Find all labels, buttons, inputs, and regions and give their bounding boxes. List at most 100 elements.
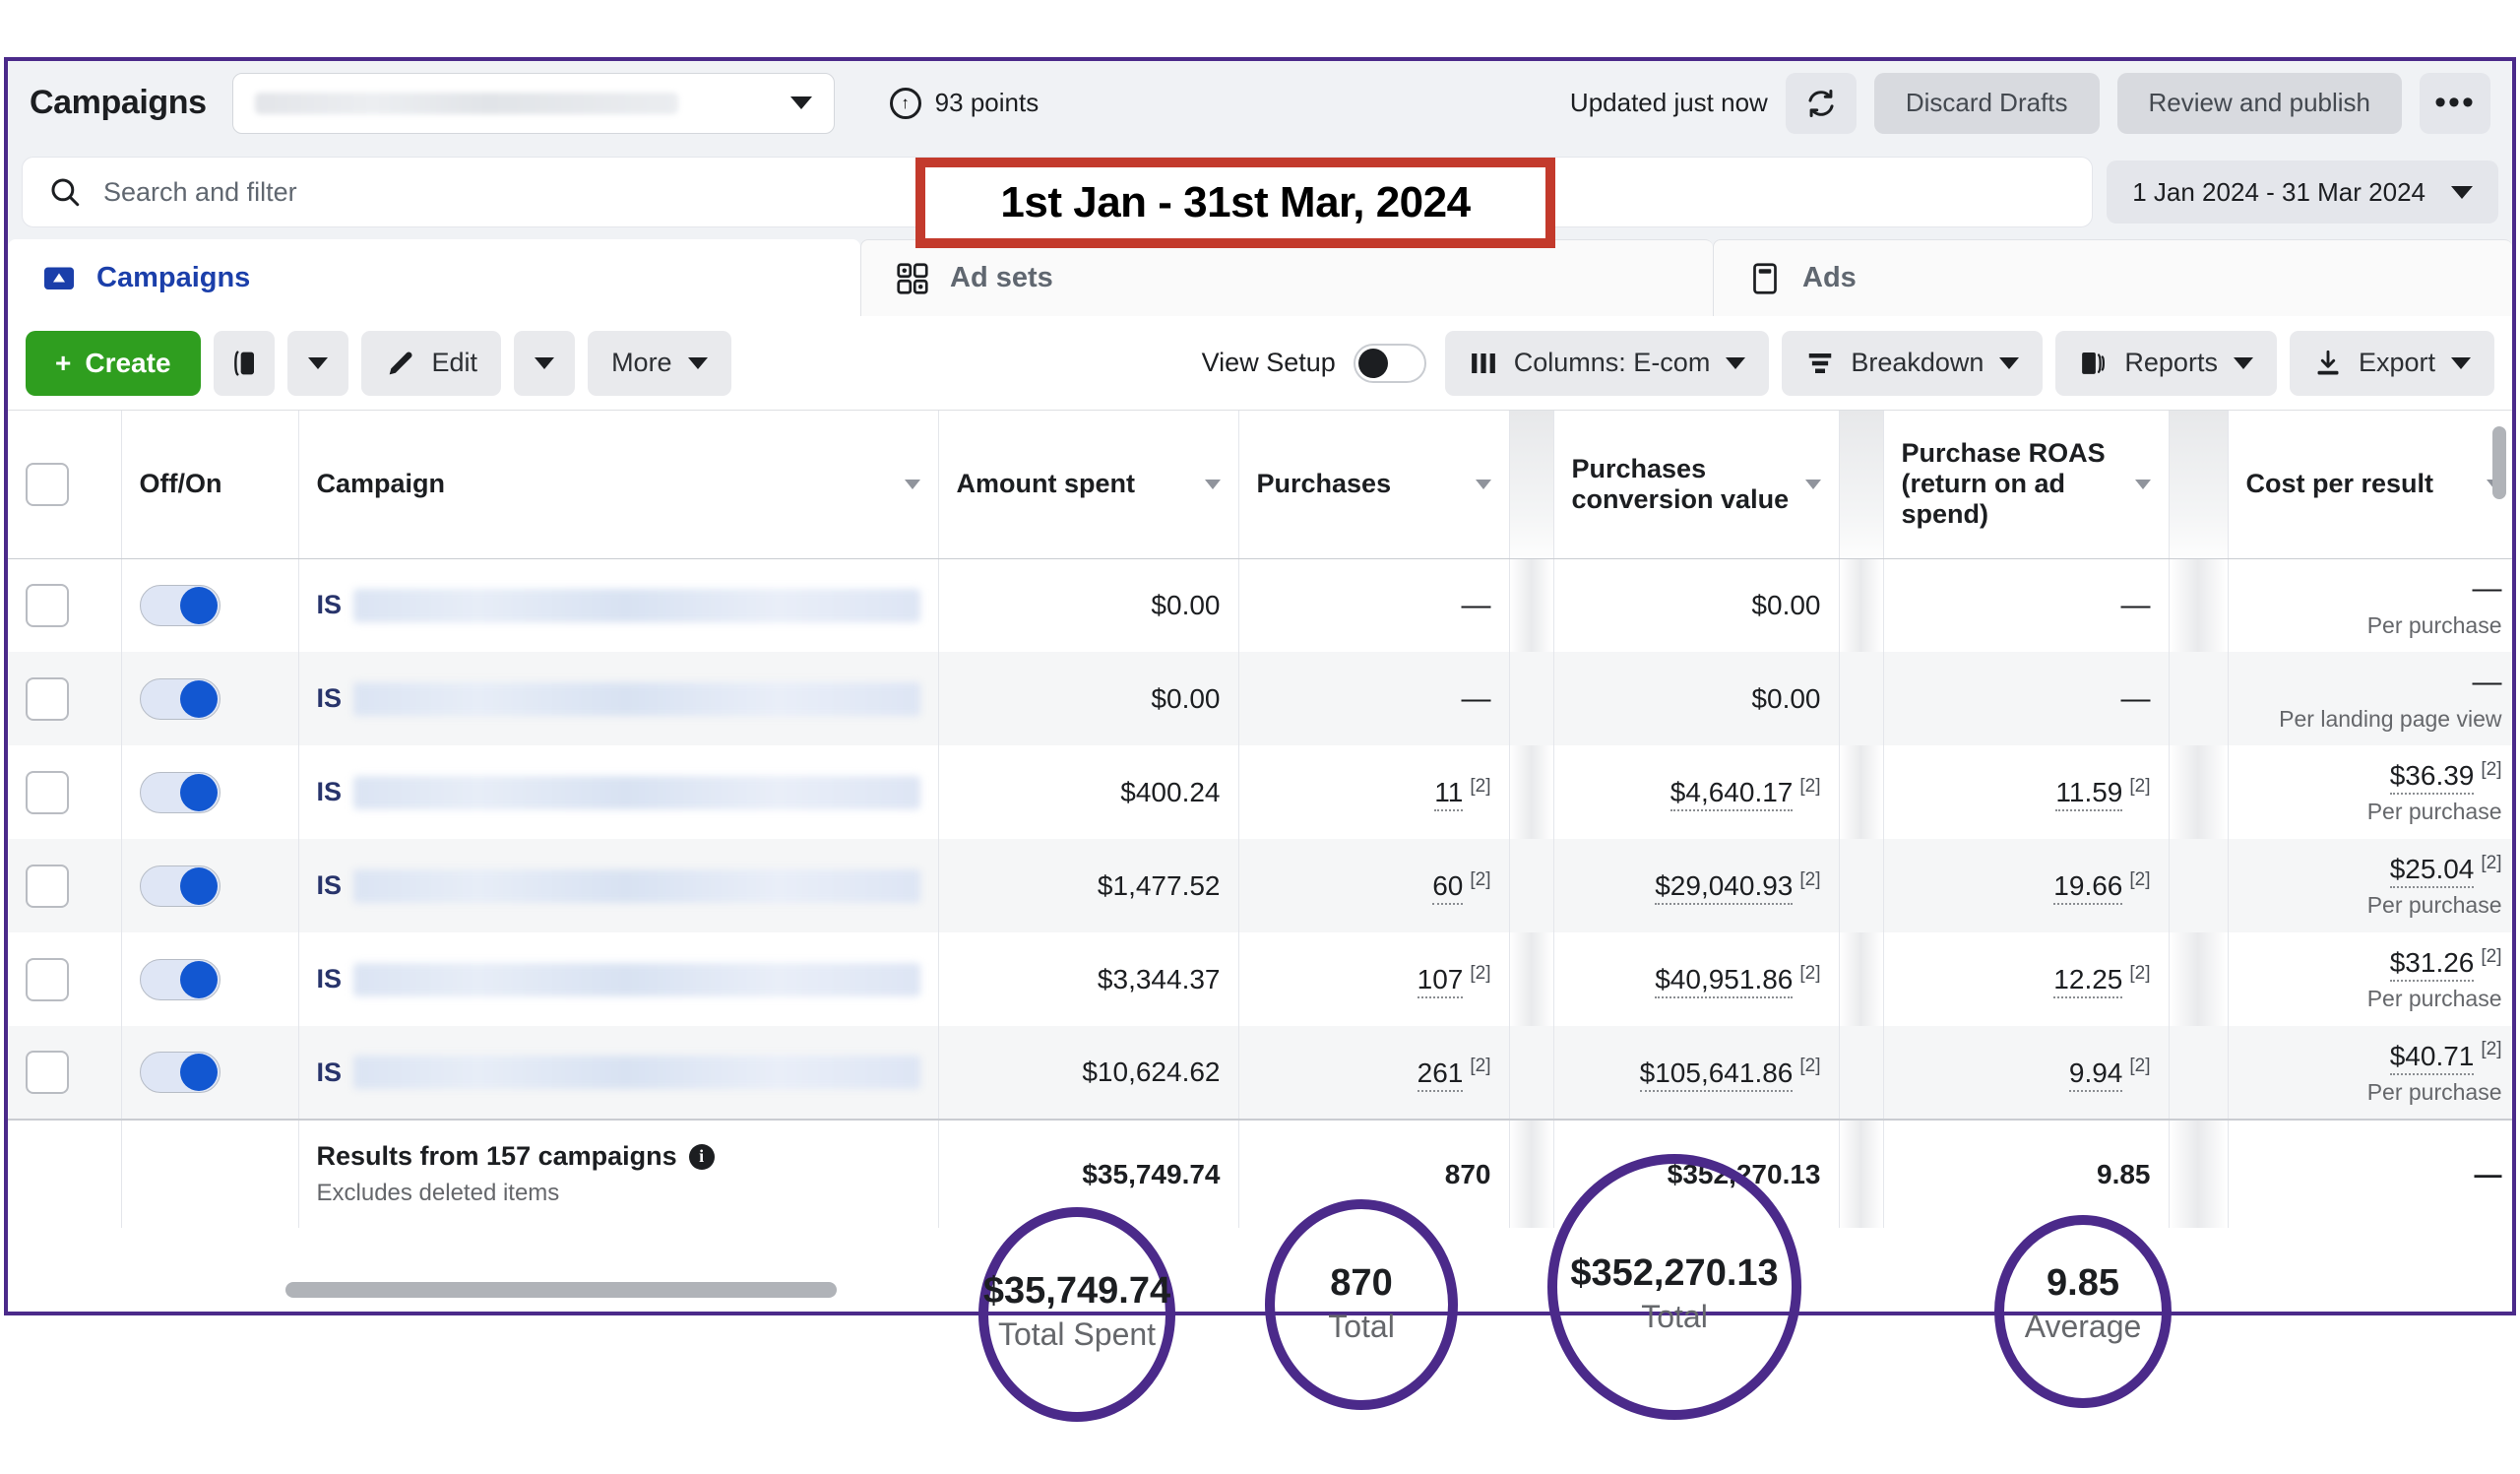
campaign-name-redacted [353, 962, 920, 996]
reports-icon [2082, 352, 2106, 374]
edit-dropdown-button[interactable] [514, 330, 576, 396]
chevron-down-icon [535, 356, 555, 369]
column-campaign[interactable]: Campaign [298, 411, 939, 559]
reports-button[interactable]: Reports [2055, 330, 2277, 396]
refresh-button[interactable] [1785, 72, 1857, 134]
horizontal-scrollbar-thumb[interactable] [285, 1282, 837, 1298]
row-off-on-cell [121, 558, 299, 652]
row-campaign-cell[interactable]: IS [298, 558, 939, 652]
column-purchases-conversion-value[interactable]: Purchases conversion value [1553, 411, 1840, 559]
row-cost-per-result-cell: $31.26 [2] Per purchase [2228, 932, 2512, 1026]
create-button[interactable]: + Create [26, 330, 201, 396]
select-all-header [8, 411, 122, 559]
summary-cost-per-result: — [2228, 1119, 2512, 1228]
points-indicator: ↑ 93 points [889, 87, 1039, 119]
duplicate-button[interactable] [213, 330, 275, 396]
purchases-footnote: [2] [1470, 962, 1491, 984]
discard-drafts-button[interactable]: Discard Drafts [1873, 72, 2100, 134]
table-row[interactable]: IS $0.00 — $0.00 — — Per purchase [8, 558, 2512, 652]
row-select-cell [8, 839, 122, 932]
row-checkbox[interactable] [26, 583, 69, 627]
account-select[interactable] [231, 72, 835, 134]
summary-row: Results from 157 campaigns i Excludes de… [8, 1119, 2512, 1228]
row-cost-per-result-cell: $40.71 [2] Per purchase [2228, 1026, 2512, 1120]
campaign-prefix-tag: IS [316, 964, 343, 993]
campaign-status-toggle[interactable] [139, 771, 220, 813]
info-icon[interactable]: i [688, 1143, 715, 1170]
row-roas-cell: 12.25 [2] [1883, 932, 2170, 1026]
row-checkbox[interactable] [26, 1051, 69, 1094]
table-row[interactable]: IS $10,624.62 261 [2] $105,641.86 [2] 9.94 [2] $… [8, 1026, 2512, 1120]
row-conversion-value-cell: $105,641.86 [2] [1553, 1026, 1840, 1120]
row-checkbox[interactable] [26, 957, 69, 1001]
row-select-cell [8, 1026, 122, 1120]
row-campaign-cell[interactable]: IS [298, 652, 939, 745]
row-campaign-cell[interactable]: IS [298, 839, 939, 932]
row-checkbox[interactable] [26, 770, 69, 814]
vertical-scrollbar-thumb[interactable] [2492, 426, 2506, 499]
conversion-value-value: $0.00 [1751, 589, 1821, 620]
toggle-knob [179, 960, 218, 998]
campaign-status-toggle[interactable] [139, 1052, 220, 1093]
row-cost-per-result-cell: — Per purchase [2228, 558, 2512, 652]
row-checkbox[interactable] [26, 676, 69, 721]
row-campaign-cell[interactable]: IS [298, 1026, 939, 1120]
campaign-status-toggle[interactable] [139, 677, 220, 720]
table-row[interactable]: IS $0.00 — $0.00 — — Per landing page view [8, 652, 2512, 745]
select-all-checkbox[interactable] [26, 462, 69, 506]
tab-campaigns[interactable]: Campaigns [8, 239, 860, 316]
search-input[interactable]: Search and filter [103, 177, 297, 208]
purchases-value: — [1461, 681, 1491, 715]
campaign-status-toggle[interactable] [139, 865, 220, 907]
breakdown-button[interactable]: Breakdown [1782, 330, 2044, 396]
row-checkbox[interactable] [26, 864, 69, 908]
plus-icon: + [55, 347, 72, 378]
summary-select-cell [8, 1119, 122, 1228]
tab-ad-sets[interactable]: Ad sets [860, 239, 1713, 316]
view-setup-toggle[interactable] [1353, 343, 1426, 383]
view-setup-control[interactable]: View Setup [1202, 343, 1426, 383]
screenshot-root: Campaigns ↑ 93 points Updated just now D… [0, 0, 2520, 1474]
breakdown-button-label: Breakdown [1851, 348, 1984, 377]
summary-results-cell: Results from 157 campaigns i Excludes de… [298, 1119, 939, 1228]
summary-subtitle: Excludes deleted items [316, 1180, 560, 1206]
table-row[interactable]: IS $400.24 11 [2] $4,640.17 [2] 11.59 [2] $36.39… [8, 745, 2512, 839]
table-row[interactable]: IS $1,477.52 60 [2] $29,040.93 [2] 19.66 [2] $25… [8, 839, 2512, 932]
campaign-status-toggle[interactable] [139, 958, 220, 1000]
campaign-prefix-tag: IS [316, 1057, 343, 1087]
row-amount-spent-cell: $400.24 [938, 745, 1239, 839]
row-purchases-cell: 261 [2] [1238, 1026, 1510, 1120]
campaign-name-redacted [353, 775, 920, 809]
sort-caret-icon [2134, 479, 2151, 489]
ads-card-icon [1753, 262, 1777, 294]
column-purchase-roas[interactable]: Purchase ROAS (return on ad spend) [1883, 411, 2170, 559]
table-row[interactable]: IS $3,344.37 107 [2] $40,951.86 [2] 12.25 [2] $3… [8, 932, 2512, 1026]
column-cost-per-result[interactable]: Cost per result [2228, 411, 2512, 559]
export-button[interactable]: Export [2289, 330, 2494, 396]
review-and-publish-button[interactable]: Review and publish [2116, 72, 2402, 134]
annotation-purchases-total-label: Total [1328, 1309, 1395, 1344]
download-icon [2317, 350, 2339, 374]
date-range-picker[interactable]: 1 Jan 2024 - 31 Mar 2024 [2107, 160, 2498, 224]
tab-ads[interactable]: Ads [1713, 239, 2512, 316]
row-campaign-cell[interactable]: IS [298, 932, 939, 1026]
column-purchases[interactable]: Purchases [1238, 411, 1510, 559]
action-toolbar: + Create Edit More View Setup Columns: E… [8, 316, 2512, 411]
duplicate-dropdown-button[interactable] [286, 330, 348, 396]
campaign-status-toggle[interactable] [139, 584, 220, 626]
purchases-footnote: [2] [1470, 1056, 1491, 1077]
row-purchases-cell: 107 [2] [1238, 932, 1510, 1026]
edit-button[interactable]: Edit [360, 330, 502, 396]
toggle-knob [179, 1054, 218, 1091]
column-amount-spent[interactable]: Amount spent [938, 411, 1239, 559]
columns-button[interactable]: Columns: E-com [1444, 330, 1770, 396]
conversion-value-footnote: [2] [1799, 1056, 1821, 1077]
row-campaign-cell[interactable]: IS [298, 745, 939, 839]
more-button[interactable]: More [588, 330, 731, 396]
more-options-button[interactable]: ••• [2420, 72, 2490, 134]
updated-status: Updated just now [1569, 88, 1768, 117]
campaign-name-redacted [353, 868, 920, 903]
annotation-callout-conversion-total: $352,270.13 Total [1547, 1252, 1801, 1335]
row-roas-cell: — [1883, 652, 2170, 745]
campaign-name-redacted [353, 588, 920, 622]
